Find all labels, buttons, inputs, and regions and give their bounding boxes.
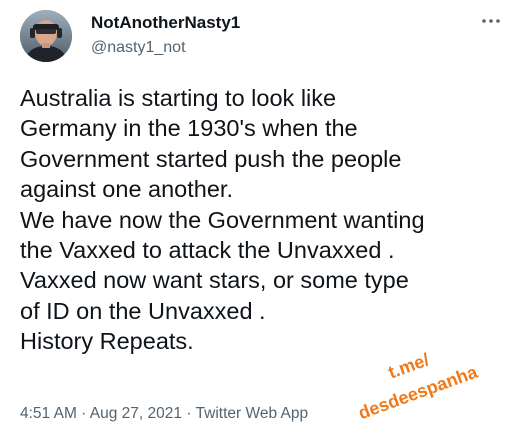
avatar-image: [20, 10, 72, 62]
tweet-timestamp[interactable]: 4:51 AM: [20, 405, 77, 422]
tweet-card: NotAnotherNasty1 @nasty1_not Australia i…: [0, 0, 520, 442]
tweet-text-line: Vaxxed now want stars, or some type: [20, 267, 409, 294]
tweet-text-line: Australia is starting to look like: [20, 85, 337, 111]
tweet-source[interactable]: Twitter Web App: [196, 405, 309, 422]
tweet-text-line: against one another.: [20, 176, 233, 203]
tweet-text-line: Germany in the 1930's when the: [20, 115, 358, 142]
tweet-text-line: the Vaxxed to attack the Unvaxxed .: [20, 236, 395, 263]
author-display-name[interactable]: NotAnotherNasty1: [91, 13, 240, 33]
watermark: t.me/ desdeespanha: [356, 349, 481, 423]
meta-separator: ·: [76, 405, 90, 422]
watermark-line1: t.me/: [386, 349, 432, 382]
meta-separator: ·: [182, 405, 196, 422]
tweet-date[interactable]: Aug 27, 2021: [90, 405, 182, 422]
author-handle[interactable]: @nasty1_not: [91, 39, 186, 57]
tweet-text-line: We have now the Government wanting: [20, 206, 425, 233]
tweet-metadata: 4:51 AM · Aug 27, 2021 · Twitter Web App: [20, 405, 308, 423]
more-horizontal-icon[interactable]: [480, 14, 502, 28]
avatar[interactable]: [20, 10, 72, 62]
tweet-text-line: Government started push the people: [20, 145, 402, 172]
